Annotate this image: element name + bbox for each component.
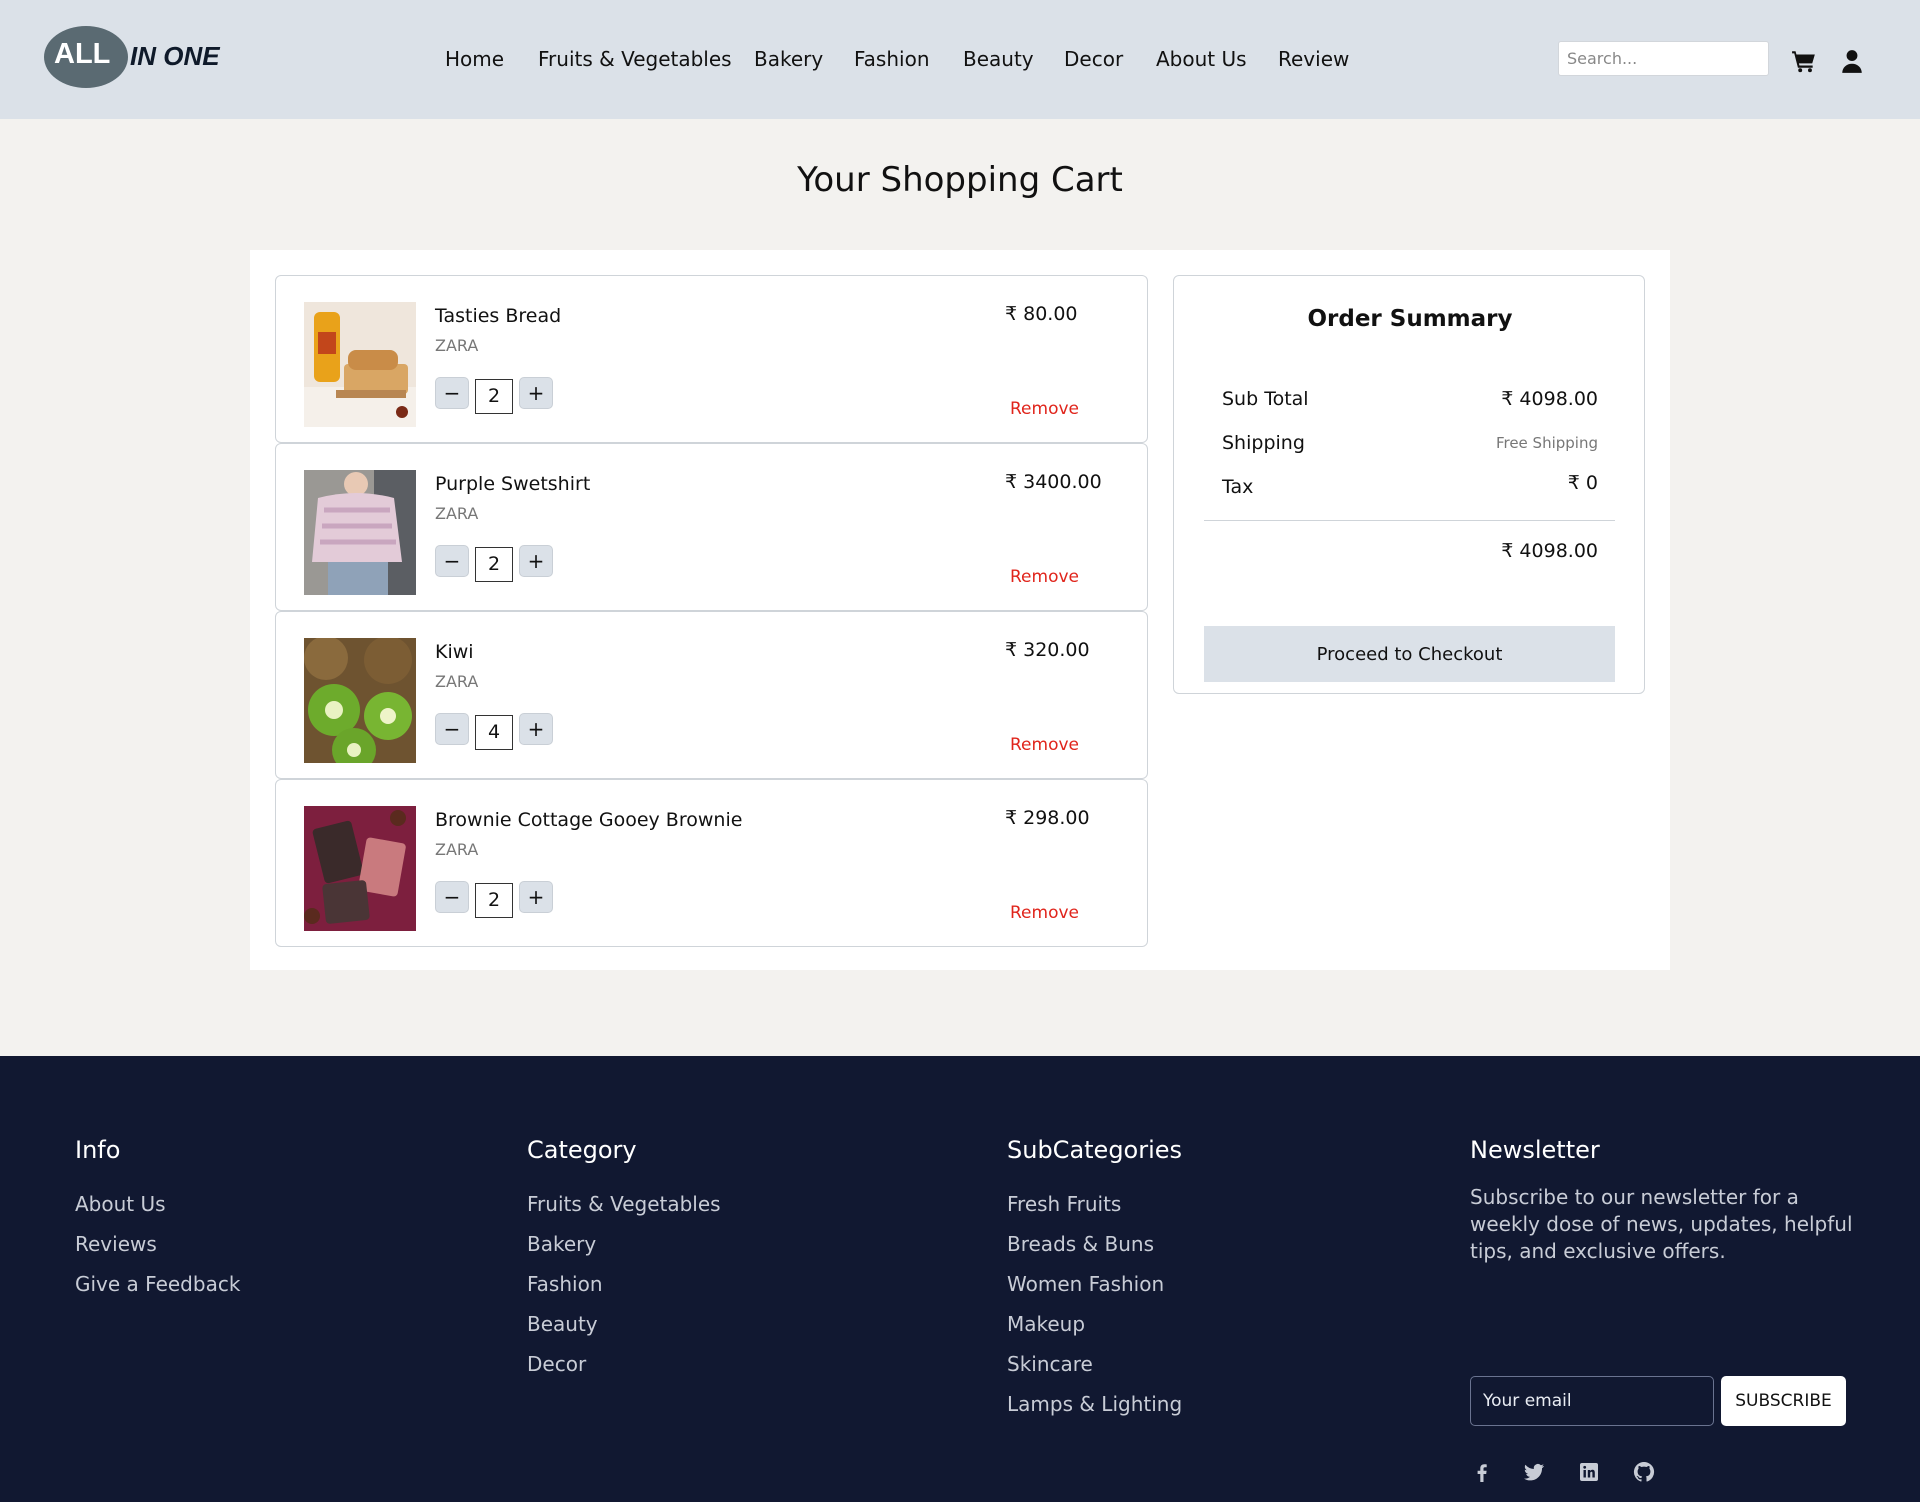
remove-button[interactable]: Remove (1010, 399, 1079, 419)
github-icon[interactable] (1632, 1460, 1656, 1484)
newsletter-email-input[interactable] (1470, 1376, 1714, 1426)
item-brand: ZARA (435, 840, 479, 859)
order-summary: Order Summary Sub Total ₹ 4098.00 Shippi… (1173, 275, 1645, 694)
subtotal-value: ₹ 4098.00 (1501, 388, 1598, 410)
item-price: ₹ 298.00 (1005, 807, 1090, 829)
item-brand: ZARA (435, 336, 479, 355)
footer-link-skincare[interactable]: Skincare (1007, 1344, 1182, 1384)
newsletter-text: Subscribe to our newsletter for a weekly… (1470, 1185, 1853, 1263)
footer-link-breads-buns[interactable]: Breads & Buns (1007, 1224, 1182, 1264)
footer-link-beauty[interactable]: Beauty (527, 1304, 721, 1344)
cart-item: Purple Swetshirt ZARA − 2 + ₹ 3400.00 Re… (275, 443, 1148, 611)
footer-link-decor[interactable]: Decor (527, 1344, 721, 1384)
brownie-image[interactable] (304, 806, 416, 931)
footer-link-lamps-lighting[interactable]: Lamps & Lighting (1007, 1384, 1182, 1424)
kiwi-image[interactable] (304, 638, 416, 763)
footer-link-feedback[interactable]: Give a Feedback (75, 1264, 240, 1304)
subtotal-label: Sub Total (1222, 388, 1309, 410)
increase-qty-button[interactable]: + (519, 377, 553, 409)
item-name[interactable]: Brownie Cottage Gooey Brownie (435, 809, 742, 831)
footer-link-fruits-vegetables[interactable]: Fruits & Vegetables (527, 1184, 721, 1224)
footer-link-fashion[interactable]: Fashion (527, 1264, 721, 1304)
decrease-qty-button[interactable]: − (435, 713, 469, 745)
cart-icon[interactable] (1791, 48, 1817, 74)
footer-category-title: Category (527, 1136, 637, 1164)
footer-info: Info About Us Reviews Give a Feedback (75, 1136, 240, 1304)
cart-item: Kiwi ZARA − 4 + ₹ 320.00 Remove (275, 611, 1148, 779)
increase-qty-button[interactable]: + (519, 713, 553, 745)
search-input[interactable] (1558, 41, 1769, 76)
sweatshirt-image[interactable] (304, 470, 416, 595)
nav-home[interactable]: Home (445, 47, 504, 71)
logo[interactable]: ALL IN ONE (44, 24, 224, 88)
decrease-qty-button[interactable]: − (435, 377, 469, 409)
decrease-qty-button[interactable]: − (435, 881, 469, 913)
shipping-label: Shipping (1222, 432, 1305, 454)
facebook-icon[interactable] (1470, 1460, 1494, 1484)
subscribe-button[interactable]: SUBSCRIBE (1721, 1376, 1846, 1426)
tax-label: Tax (1222, 476, 1254, 498)
nav-review[interactable]: Review (1278, 47, 1349, 71)
twitter-icon[interactable] (1522, 1460, 1546, 1484)
total-value: ₹ 4098.00 (1501, 540, 1598, 562)
logo-main-text: ALL (54, 38, 111, 70)
footer-subcategories: SubCategories Fresh Fruits Breads & Buns… (1007, 1136, 1182, 1424)
order-summary-title: Order Summary (1307, 306, 1513, 332)
item-brand: ZARA (435, 504, 479, 523)
nav-about-us[interactable]: About Us (1156, 47, 1247, 71)
footer-link-women-fashion[interactable]: Women Fashion (1007, 1264, 1182, 1304)
increase-qty-button[interactable]: + (519, 881, 553, 913)
shipping-value: Free Shipping (1495, 434, 1598, 452)
quantity-value: 2 (475, 883, 513, 918)
logo-sub-text: IN ONE (130, 41, 220, 71)
nav-beauty[interactable]: Beauty (963, 47, 1034, 71)
cart-item: Tasties Bread ZARA − 2 + ₹ 80.00 Remove (275, 275, 1148, 443)
decrease-qty-button[interactable]: − (435, 545, 469, 577)
nav-decor[interactable]: Decor (1064, 47, 1123, 71)
footer-info-title: Info (75, 1136, 121, 1164)
item-name[interactable]: Kiwi (435, 641, 474, 663)
linkedin-icon[interactable] (1577, 1460, 1601, 1484)
increase-qty-button[interactable]: + (519, 545, 553, 577)
footer-subcategories-title: SubCategories (1007, 1136, 1183, 1164)
remove-button[interactable]: Remove (1010, 567, 1079, 587)
item-price: ₹ 320.00 (1005, 639, 1090, 661)
nav-fashion[interactable]: Fashion (854, 47, 930, 71)
item-price: ₹ 80.00 (1005, 303, 1078, 325)
item-name[interactable]: Tasties Bread (435, 305, 561, 327)
footer-link-fresh-fruits[interactable]: Fresh Fruits (1007, 1184, 1182, 1224)
page-title: Your Shopping Cart (797, 160, 1123, 200)
user-icon[interactable] (1839, 48, 1865, 74)
remove-button[interactable]: Remove (1010, 903, 1079, 923)
newsletter-title: Newsletter (1470, 1136, 1600, 1164)
tax-value: ₹ 0 (1567, 472, 1598, 494)
remove-button[interactable]: Remove (1010, 735, 1079, 755)
nav-bakery[interactable]: Bakery (754, 47, 823, 71)
site-header: ALL IN ONE Home Fruits & Vegetables Bake… (0, 0, 1920, 119)
footer-category: Category Fruits & Vegetables Bakery Fash… (527, 1136, 721, 1384)
quantity-value: 2 (475, 547, 513, 582)
quantity-value: 2 (475, 379, 513, 414)
item-brand: ZARA (435, 672, 479, 691)
footer-link-makeup[interactable]: Makeup (1007, 1304, 1182, 1344)
bread-image[interactable] (304, 302, 416, 427)
cart-container: Tasties Bread ZARA − 2 + ₹ 80.00 Remove … (250, 250, 1670, 970)
nav-fruits-vegetables[interactable]: Fruits & Vegetables (538, 47, 732, 71)
footer-newsletter: Newsletter Subscribe to our newsletter f… (1470, 1136, 1870, 1496)
item-name[interactable]: Purple Swetshirt (435, 473, 590, 495)
site-footer: Info About Us Reviews Give a Feedback Ca… (0, 1056, 1920, 1502)
footer-link-bakery[interactable]: Bakery (527, 1224, 721, 1264)
quantity-value: 4 (475, 715, 513, 750)
footer-link-reviews[interactable]: Reviews (75, 1224, 240, 1264)
checkout-button[interactable]: Proceed to Checkout (1204, 626, 1615, 682)
summary-divider (1204, 520, 1615, 521)
item-price: ₹ 3400.00 (1005, 471, 1102, 493)
footer-link-about-us[interactable]: About Us (75, 1184, 240, 1224)
cart-item: Brownie Cottage Gooey Brownie ZARA − 2 +… (275, 779, 1148, 947)
